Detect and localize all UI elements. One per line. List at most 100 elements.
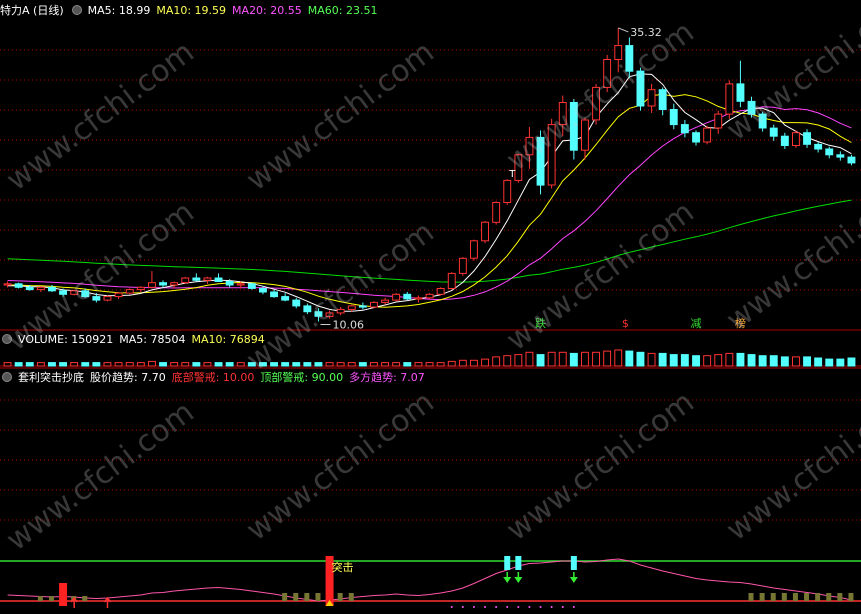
candle-body: [114, 292, 123, 298]
bottom-zone-bar: [37, 596, 43, 601]
bottom-zone-bar: [770, 593, 776, 601]
candle-body: [481, 221, 490, 242]
volume-bar: [136, 362, 145, 367]
candle-body: [247, 283, 256, 289]
volume-bar: [281, 362, 290, 367]
bottom-zone-bar: [282, 593, 288, 601]
candle-body: [703, 127, 712, 143]
settings-icon[interactable]: [71, 5, 82, 15]
trend-dot: [561, 606, 564, 608]
trend-dot: [517, 606, 520, 608]
volume-bar: [747, 354, 756, 367]
candle-body: [370, 301, 378, 308]
volume-bar: [636, 351, 645, 367]
volume-bar: [825, 358, 834, 367]
candle-body: [458, 257, 467, 274]
trend-dot: [539, 606, 542, 608]
trend-dot: [572, 606, 575, 608]
trend-dot: [450, 606, 453, 608]
volume-bar: [792, 356, 800, 367]
volume-bar: [780, 356, 789, 367]
candle-body: [658, 89, 667, 110]
candle-body: [125, 289, 134, 294]
tag-s: $: [622, 317, 629, 330]
volume-bar: [614, 349, 623, 367]
candle-body: [803, 132, 811, 145]
volume-bar: [159, 362, 168, 367]
bottom-zone-bar: [759, 593, 765, 601]
volume-bar: [48, 362, 56, 367]
bottom-zone-bar: [781, 593, 787, 601]
candle-body: [647, 89, 656, 107]
volume-bar: [225, 362, 234, 367]
candle-body: [425, 293, 434, 299]
candle-body: [692, 132, 700, 143]
bottom-zone-bar: [815, 593, 821, 601]
volume-bar: [481, 358, 490, 367]
candle-body: [358, 305, 367, 308]
candle-body: [769, 127, 778, 137]
candle-body: [414, 297, 423, 300]
volume-bar: [814, 357, 823, 367]
breakout-label: 突击: [332, 560, 354, 574]
bottom-zone-bar: [804, 593, 810, 601]
candle-body: [136, 286, 145, 291]
candle-body: [470, 240, 478, 259]
volume-bar: [347, 362, 356, 367]
volume-bar: [203, 362, 212, 367]
volume-bar: [581, 351, 589, 367]
candle-body: [3, 283, 12, 286]
volume-bar: [336, 362, 345, 367]
bottom-zone-bar: [48, 596, 54, 601]
volume-bar: [625, 350, 634, 367]
volume-bar: [81, 362, 90, 367]
candle-body: [447, 272, 456, 289]
volume-bar: [736, 352, 745, 367]
volume-bar: [36, 362, 45, 367]
trend-dot: [550, 606, 553, 608]
trend-dot: [506, 606, 509, 608]
volume-bar: [425, 362, 434, 367]
candle-body: [492, 202, 501, 223]
volume-bar: [558, 351, 567, 367]
volume-bar: [592, 351, 600, 367]
volume-bar: [569, 352, 578, 367]
candle-body: [281, 296, 290, 301]
bottom-zone-bar: [304, 593, 310, 601]
candle-body: [814, 143, 823, 150]
volume-bar: [470, 359, 478, 367]
candle-body: [25, 286, 34, 291]
bottom-alert-label: 底部警戒: 10.00: [171, 371, 255, 384]
volume-bar: [714, 354, 723, 367]
candle-body: [192, 277, 201, 281]
volume-bar: [703, 355, 712, 367]
volume-bar: [314, 362, 323, 367]
candle-body: [825, 148, 834, 156]
candle-body: [181, 277, 190, 284]
candle-body: [736, 83, 745, 102]
bottom-zone-bar: [315, 593, 321, 601]
top-signal-bar: [515, 556, 522, 570]
settings-icon[interactable]: [2, 372, 12, 382]
volume-bar: [847, 357, 856, 367]
candle-body: [847, 156, 856, 164]
volume-bar: [70, 362, 79, 367]
candle-body: [669, 109, 678, 126]
bottom-zone-bar: [848, 593, 854, 601]
volume-bar: [292, 362, 301, 367]
volume-bar: [436, 362, 445, 367]
price-trend-label: 股价趋势: 7.70: [90, 371, 166, 384]
volume-bar: [547, 351, 556, 367]
volume-bar: [803, 356, 811, 367]
volume-bar: [692, 355, 700, 367]
ma60-label: MA60: 23.51: [307, 4, 378, 17]
top-signal-bar: [504, 556, 511, 570]
stock-title: 特力A (日线): [0, 4, 64, 17]
volume-bar: [525, 351, 534, 367]
volume-bar: [358, 362, 367, 367]
volume-bar: [669, 354, 678, 367]
candle-body: [836, 154, 845, 158]
volume-bar: [458, 359, 467, 367]
trend-line: [7, 558, 852, 602]
bottom-zone-bar: [293, 593, 299, 601]
